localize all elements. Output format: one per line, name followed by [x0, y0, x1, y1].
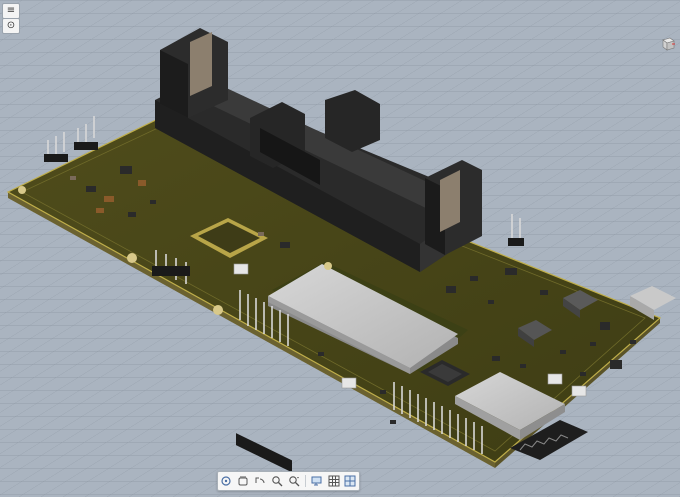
pan-tool-button[interactable]: [237, 475, 249, 487]
look-icon: [255, 477, 265, 484]
display-icon: [311, 476, 322, 486]
menu-toggle-button[interactable]: ≡: [2, 3, 20, 19]
3d-viewport[interactable]: [0, 0, 680, 497]
origin-toggle-button[interactable]: ⊙: [2, 18, 20, 34]
grid-settings-button[interactable]: [328, 475, 340, 487]
zoom-icon: [272, 476, 283, 487]
viewports-icon: [344, 475, 356, 487]
orbit-icon: [221, 476, 232, 486]
pan-hand-icon: [238, 476, 248, 486]
grid-icon: [328, 475, 340, 487]
zoom-window-icon: [289, 476, 300, 487]
viewcube-icon[interactable]: [660, 36, 676, 52]
display-settings-button[interactable]: [311, 475, 323, 487]
viewports-button[interactable]: [344, 475, 356, 487]
origin-target-icon: ⊙: [6, 20, 16, 31]
look-at-button[interactable]: [254, 475, 266, 487]
zoom-tool-button[interactable]: [271, 475, 283, 487]
orbit-tool-button[interactable]: [220, 475, 232, 487]
toolbar-separator: [304, 475, 306, 487]
zoom-window-button[interactable]: [288, 475, 300, 487]
navigation-toolbar: [217, 471, 360, 491]
hamburger-icon: ≡: [6, 5, 16, 16]
